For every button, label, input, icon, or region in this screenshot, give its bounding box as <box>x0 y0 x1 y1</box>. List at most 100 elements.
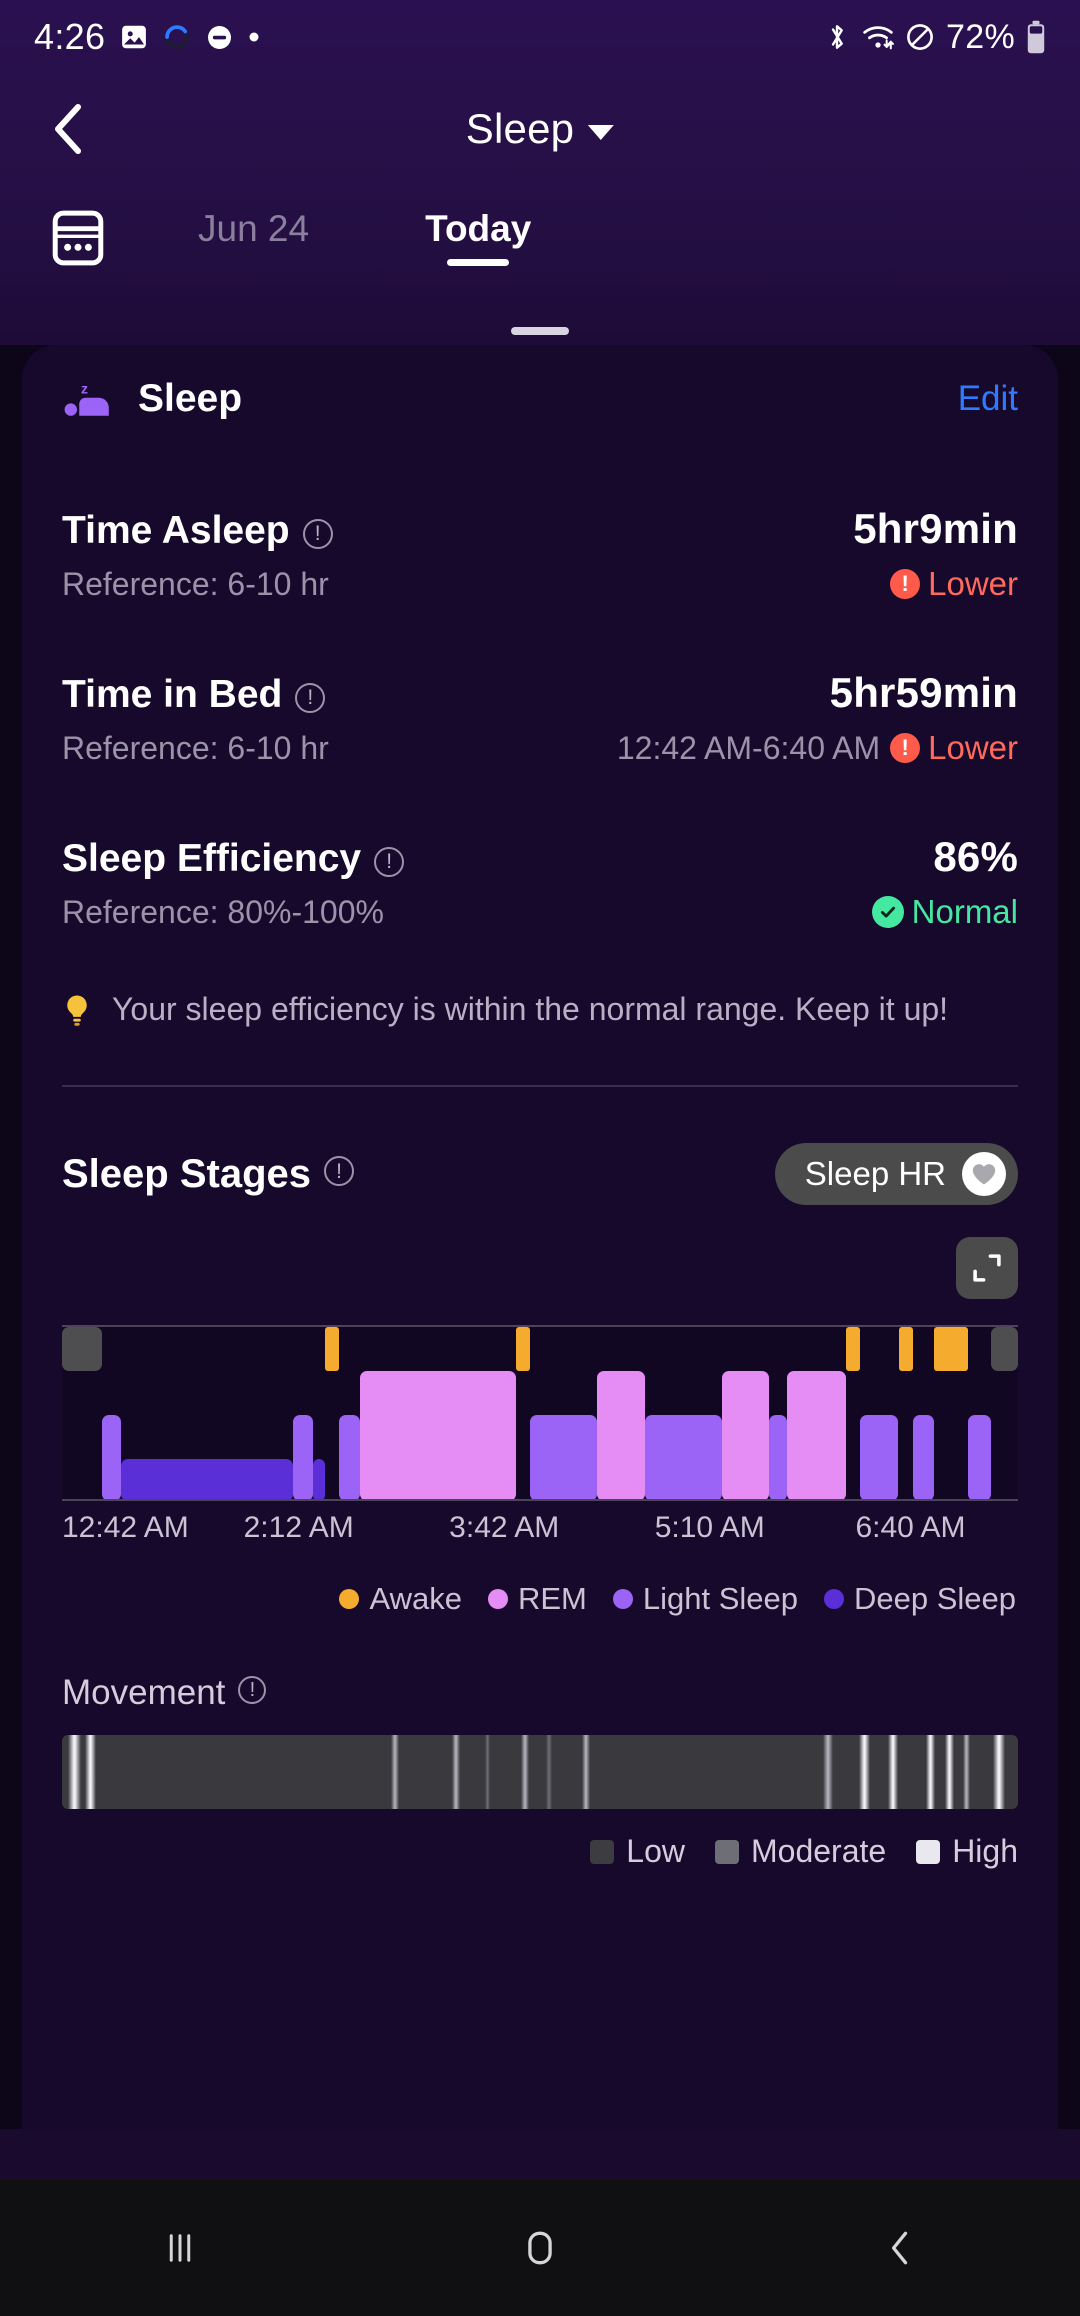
tab-label: Today <box>425 208 532 249</box>
legend-item: Light Sleep <box>612 1581 798 1617</box>
tab-jun-24[interactable]: Jun 24 <box>188 192 319 250</box>
legend-color-dot <box>612 1589 633 1609</box>
card-header: z Sleep Edit <box>62 345 1018 453</box>
heart-icon <box>972 1164 996 1185</box>
movement-spike <box>993 1735 1005 1809</box>
sleep-stage-segment <box>845 1327 861 1371</box>
x-axis-tick: 6:40 AM <box>855 1511 966 1544</box>
expand-icon <box>973 1254 1001 1282</box>
movement-spike <box>390 1735 400 1809</box>
metric-time-in-bed[interactable]: Time in Bed ! 5hr59min Reference: 6-10 h… <box>62 669 1018 767</box>
metric-value: 5hr59min <box>829 669 1018 716</box>
calendar-button[interactable] <box>40 200 116 276</box>
sleep-stage-segment <box>324 1327 340 1371</box>
calendar-icon <box>52 210 104 266</box>
x-axis-tick: 2:12 AM <box>243 1511 354 1544</box>
movement-chart[interactable] <box>62 1735 1018 1809</box>
app-header: Sleep <box>0 74 1080 184</box>
toggle-knob <box>962 1152 1006 1196</box>
sleep-stages-header: Sleep Stages ! Sleep HR <box>62 1143 1018 1205</box>
metric-label: Sleep Efficiency <box>62 837 362 880</box>
sleep-stage-segment <box>645 1415 722 1501</box>
sheet-drag-handle[interactable] <box>511 327 569 335</box>
movement-spike <box>452 1735 460 1809</box>
x-axis-tick: 3:42 AM <box>449 1511 560 1544</box>
status-label: Lower <box>928 729 1018 766</box>
metric-label: Time Asleep <box>62 509 290 552</box>
sleep-hr-label: Sleep HR <box>804 1155 946 1192</box>
info-icon[interactable]: ! <box>238 1676 267 1704</box>
movement-spike <box>962 1735 971 1809</box>
tab-today[interactable]: Today <box>415 192 541 266</box>
chart-gridline <box>62 1499 1018 1501</box>
page-background-bottom <box>0 2129 1080 2180</box>
sleep-stage-segment <box>530 1415 598 1501</box>
sleep-stage-segment <box>898 1327 913 1371</box>
info-icon[interactable]: ! <box>324 1156 355 1186</box>
bluetooth-icon <box>823 21 851 53</box>
sleep-stage-segment <box>769 1415 787 1501</box>
legend-label: Awake <box>369 1581 462 1616</box>
page-title-dropdown[interactable]: Sleep <box>466 105 615 153</box>
movement-legend-label: Moderate <box>751 1833 887 1869</box>
image-icon <box>119 22 149 52</box>
movement-header: Movement ! <box>62 1673 1018 1713</box>
info-icon[interactable]: ! <box>374 846 405 877</box>
date-tab-bar: Jun 24 Today <box>0 192 1080 302</box>
edit-button[interactable]: Edit <box>958 379 1018 419</box>
sleep-stage-segment <box>293 1415 314 1501</box>
sleep-stage-segment <box>360 1371 517 1501</box>
info-icon[interactable]: ! <box>295 682 326 713</box>
legend-label: Light Sleep <box>642 1581 798 1616</box>
movement-spike <box>887 1735 898 1809</box>
home-icon <box>528 2231 552 2265</box>
home-button[interactable] <box>480 2198 600 2298</box>
legend-item: Awake <box>339 1581 462 1617</box>
expand-row <box>62 1237 1018 1299</box>
movement-legend-item: Low <box>590 1833 685 1870</box>
info-icon[interactable]: ! <box>302 518 333 549</box>
system-navigation-bar <box>0 2180 1080 2316</box>
hypnogram-plot[interactable] <box>62 1325 1018 1501</box>
legend-label: REM <box>517 1581 587 1616</box>
expand-chart-button[interactable] <box>956 1237 1018 1299</box>
recents-button[interactable] <box>120 2198 240 2298</box>
movement-spike <box>582 1735 590 1809</box>
tab-active-indicator <box>447 259 510 266</box>
metric-time-asleep[interactable]: Time Asleep ! 5hr9min Reference: 6-10 hr… <box>62 505 1018 603</box>
back-icon <box>891 2231 908 2265</box>
back-button[interactable] <box>840 2198 960 2298</box>
metric-sleep-efficiency[interactable]: Sleep Efficiency ! 86% Reference: 80%-10… <box>62 833 1018 931</box>
sleep-stages-chart[interactable]: 12:42 AM 2:12 AM 3:42 AM 5:10 AM 6:40 AM Awa… <box>62 1325 1018 1617</box>
movement-spike <box>859 1735 870 1809</box>
metric-reference: Reference: 6-10 hr <box>62 565 329 602</box>
movement-legend-swatch <box>590 1839 615 1864</box>
metric-reference: Reference: 80%-100% <box>62 893 384 930</box>
movement-spike <box>545 1735 553 1809</box>
sleep-hr-toggle[interactable]: Sleep HR <box>774 1143 1018 1205</box>
status-label: Lower <box>928 565 1018 602</box>
legend-label: Deep Sleep <box>853 1581 1016 1616</box>
sleep-tip: Your sleep efficiency is within the norm… <box>62 989 1018 1031</box>
x-axis-tick: 12:42 AM <box>62 1511 189 1544</box>
sleep-stage-segment <box>62 1327 103 1371</box>
sleep-stage-segment <box>721 1371 770 1501</box>
sleep-stage-segment <box>968 1415 992 1501</box>
movement-legend-item: Moderate <box>715 1833 886 1870</box>
battery-icon <box>1026 20 1046 54</box>
status-bar-left: 4:26 <box>34 16 260 58</box>
movement-spike <box>926 1735 935 1809</box>
sleep-stage-segment <box>933 1327 969 1371</box>
metric-reference: Reference: 6-10 hr <box>62 729 329 766</box>
wifi-icon <box>862 22 894 52</box>
legend-item: Deep Sleep <box>823 1581 1016 1617</box>
check-circle-icon <box>871 896 904 928</box>
svg-text:z: z <box>81 380 88 396</box>
metric-time-range: 12:42 AM-6:40 AM <box>616 729 881 766</box>
sleep-bed-icon: z <box>62 379 118 419</box>
status-bar: 4:26 72% <box>0 0 1080 74</box>
battery-percent: 72% <box>946 17 1015 56</box>
movement-legend-item: High <box>916 1833 1018 1870</box>
back-button[interactable] <box>32 93 104 165</box>
recents-icon <box>169 2234 191 2262</box>
